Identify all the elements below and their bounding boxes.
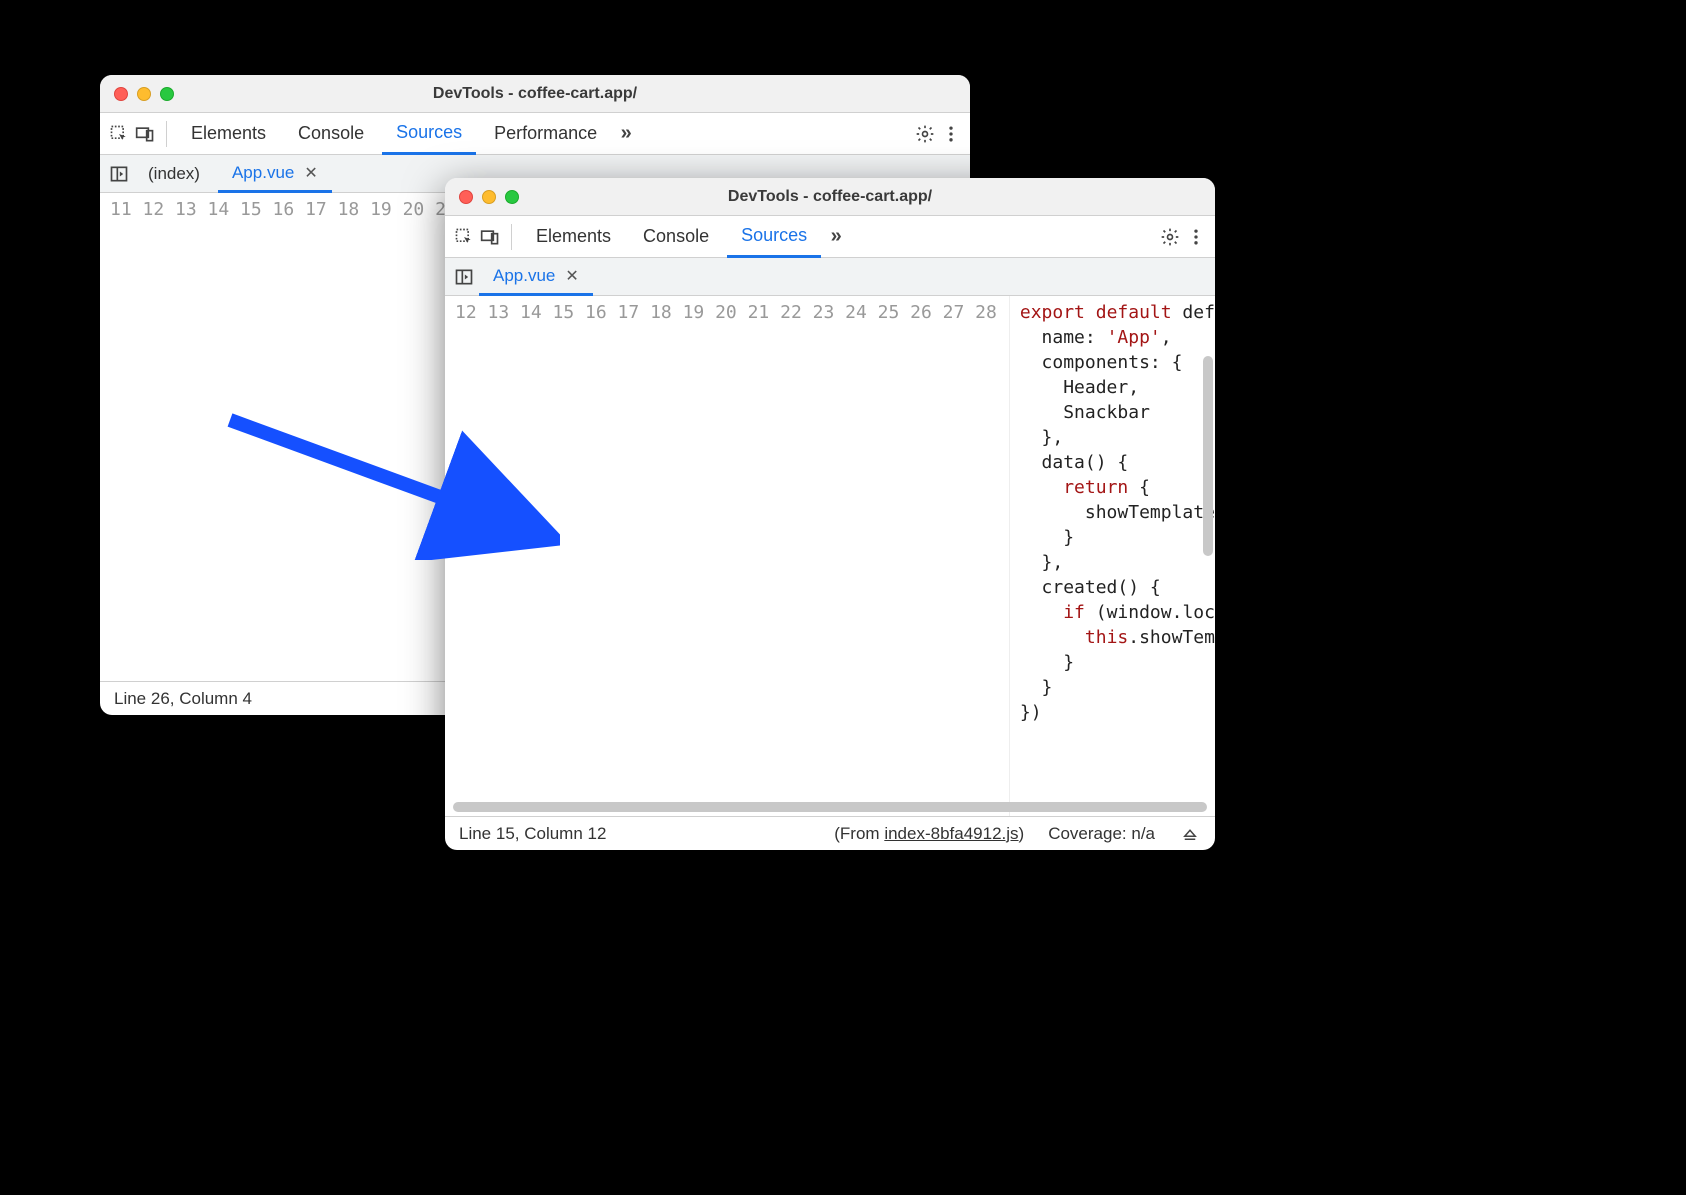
kebab-menu-icon[interactable]: [940, 123, 962, 145]
tab-performance[interactable]: Performance: [480, 113, 611, 154]
device-toolbar-icon[interactable]: [479, 226, 501, 248]
vertical-scrollbar[interactable]: [1203, 356, 1213, 556]
devtools-window-2: DevTools - coffee-cart.app/ Elements Con…: [445, 178, 1215, 850]
minimize-traffic-light[interactable]: [482, 190, 496, 204]
title-bar[interactable]: DevTools - coffee-cart.app/: [445, 178, 1215, 216]
devtools-tab-strip: Elements Console Sources Performance »: [100, 113, 970, 155]
zoom-traffic-light[interactable]: [505, 190, 519, 204]
more-tabs-chevron-icon[interactable]: »: [825, 226, 847, 248]
code-editor[interactable]: 12 13 14 15 16 17 18 19 20 21 22 23 24 2…: [445, 296, 1215, 816]
tab-elements[interactable]: Elements: [522, 216, 625, 257]
window-title: DevTools - coffee-cart.app/: [445, 188, 1215, 206]
horizontal-scrollbar[interactable]: [453, 802, 1207, 812]
inspect-element-icon[interactable]: [453, 226, 475, 248]
more-tabs-chevron-icon[interactable]: »: [615, 123, 637, 145]
source-map-link[interactable]: index-8bfa4912.js: [884, 824, 1018, 843]
file-tab-label: (index): [148, 164, 200, 184]
settings-gear-icon[interactable]: [1159, 226, 1181, 248]
settings-gear-icon[interactable]: [914, 123, 936, 145]
device-toolbar-icon[interactable]: [134, 123, 156, 145]
tab-sources[interactable]: Sources: [727, 217, 821, 258]
eject-icon[interactable]: [1179, 823, 1201, 845]
inspect-element-icon[interactable]: [108, 123, 130, 145]
file-tab-app-vue[interactable]: App.vue ✕: [218, 156, 332, 193]
close-traffic-light[interactable]: [459, 190, 473, 204]
tab-elements[interactable]: Elements: [177, 113, 280, 154]
window-title: DevTools - coffee-cart.app/: [100, 85, 970, 103]
tab-console[interactable]: Console: [284, 113, 378, 154]
file-tab-index[interactable]: (index): [134, 155, 214, 192]
coverage-status: Coverage: n/a: [1048, 824, 1155, 844]
file-tab-strip: App.vue ✕: [445, 258, 1215, 296]
cursor-position: Line 26, Column 4: [114, 689, 252, 709]
file-tab-label: App.vue: [493, 266, 555, 286]
close-tab-icon[interactable]: ✕: [565, 266, 578, 286]
minimize-traffic-light[interactable]: [137, 87, 151, 101]
file-tab-label: App.vue: [232, 163, 294, 183]
tab-console[interactable]: Console: [629, 216, 723, 257]
tab-sources[interactable]: Sources: [382, 114, 476, 155]
file-tab-app-vue[interactable]: App.vue ✕: [479, 259, 593, 296]
devtools-tab-strip: Elements Console Sources »: [445, 216, 1215, 258]
close-traffic-light[interactable]: [114, 87, 128, 101]
toggle-nav-panel-icon[interactable]: [453, 266, 475, 288]
cursor-position: Line 15, Column 12: [459, 824, 606, 844]
source-map-from: (From index-8bfa4912.js): [834, 824, 1024, 844]
status-bar: Line 15, Column 12 (From index-8bfa4912.…: [445, 816, 1215, 850]
code-content[interactable]: export default defineComponent({ name: '…: [1010, 296, 1215, 816]
toggle-nav-panel-icon[interactable]: [108, 163, 130, 185]
title-bar[interactable]: DevTools - coffee-cart.app/: [100, 75, 970, 113]
close-tab-icon[interactable]: ✕: [304, 163, 317, 183]
zoom-traffic-light[interactable]: [160, 87, 174, 101]
line-gutter: 12 13 14 15 16 17 18 19 20 21 22 23 24 2…: [445, 296, 1010, 816]
kebab-menu-icon[interactable]: [1185, 226, 1207, 248]
